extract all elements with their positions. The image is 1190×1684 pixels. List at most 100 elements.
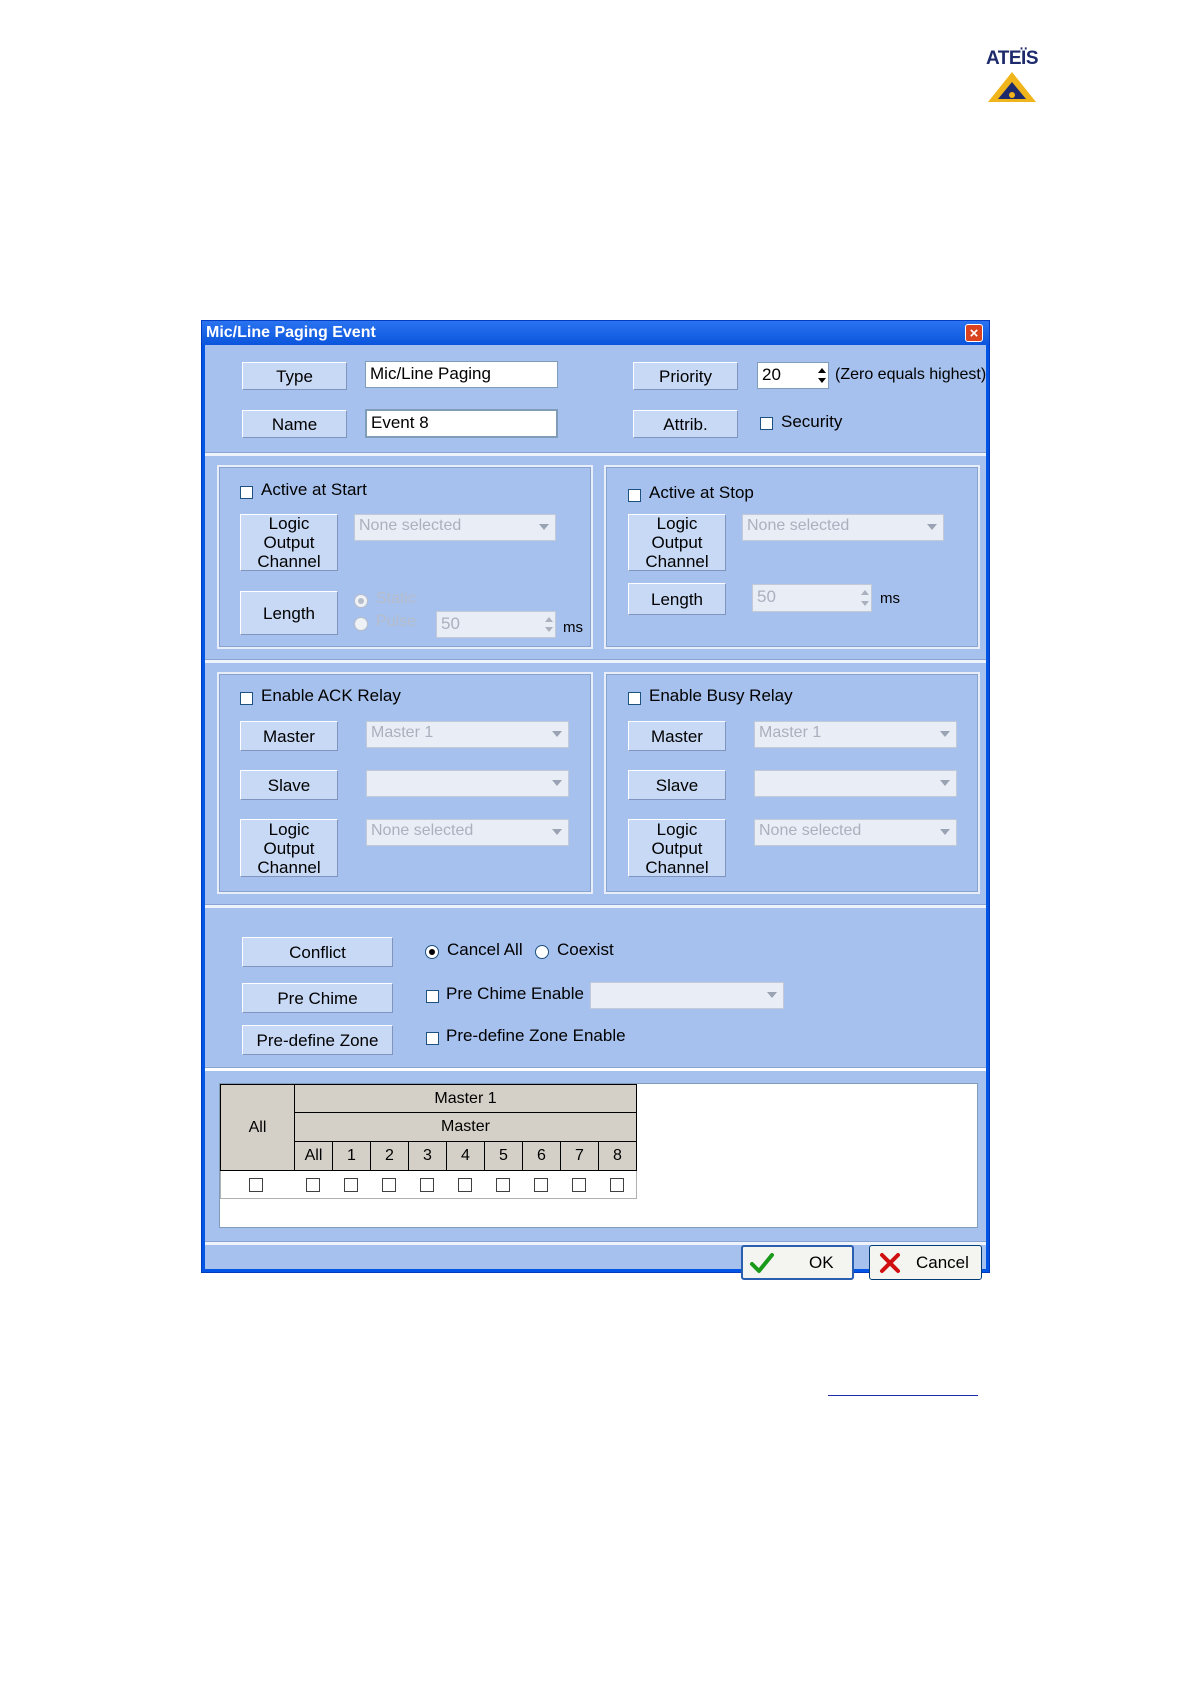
start-logic-output-label: Logic Output Channel [240, 514, 338, 571]
busy-slave-label: Slave [628, 770, 726, 800]
name-field[interactable]: Event 8 [365, 409, 558, 438]
zone-column-header-5[interactable]: 5 [484, 1141, 523, 1171]
ack-relay-checkbox[interactable] [240, 692, 253, 705]
chevron-down-icon [940, 829, 950, 835]
busy-master-select[interactable]: Master 1 [754, 721, 957, 748]
ok-label: OK [809, 1252, 834, 1272]
zone-column-header-all[interactable]: All [294, 1141, 333, 1171]
stop-logic-output-select[interactable]: None selected [742, 514, 944, 541]
spin-up-icon[interactable] [861, 590, 869, 595]
busy-relay-label: Enable Busy Relay [649, 686, 793, 705]
ack-master-select[interactable]: Master 1 [366, 721, 569, 748]
stop-length-value: 50 [757, 587, 776, 606]
close-icon: × [969, 325, 979, 342]
busy-master-label: Master [628, 721, 726, 751]
zone-checkbox-2[interactable] [382, 1178, 396, 1192]
cancel-button[interactable]: Cancel [869, 1245, 982, 1280]
start-length-unit: ms [563, 619, 583, 636]
name-label: Name [242, 410, 347, 438]
ack-logic-output-label: Logic Output Channel [240, 819, 338, 877]
separator [205, 1067, 986, 1071]
stop-length-unit: ms [880, 590, 900, 607]
security-checkbox[interactable] [760, 417, 773, 430]
zone-checkbox-3[interactable] [420, 1178, 434, 1192]
coexist-radio[interactable] [535, 945, 549, 959]
zone-column-header-4[interactable]: 4 [446, 1141, 485, 1171]
zone-checkbox-4[interactable] [458, 1178, 472, 1192]
attrib-label: Attrib. [633, 410, 738, 438]
priority-note: (Zero equals highest) [835, 366, 987, 383]
zone-checkbox-5[interactable] [496, 1178, 510, 1192]
zone-column-header-1[interactable]: 1 [332, 1141, 371, 1171]
close-x-icon [880, 1252, 900, 1273]
spin-down-icon[interactable] [818, 378, 826, 383]
zone-column-header-7[interactable]: 7 [560, 1141, 599, 1171]
cancel-all-radio[interactable] [425, 945, 439, 959]
spin-up-icon[interactable] [545, 617, 553, 622]
chevron-down-icon [539, 524, 549, 530]
zone-master-name-header: Master 1 [294, 1084, 637, 1113]
active-start-label: Active at Start [261, 480, 367, 499]
dialog-title: Mic/Line Paging Event [206, 324, 376, 341]
start-logic-output-select[interactable]: None selected [354, 514, 556, 541]
spin-down-icon[interactable] [861, 601, 869, 606]
chevron-down-icon [940, 780, 950, 786]
ack-logic-output-select[interactable]: None selected [366, 819, 569, 846]
type-field[interactable]: Mic/Line Paging [365, 361, 558, 388]
spin-up-icon[interactable] [818, 368, 826, 373]
pre-chime-select[interactable] [590, 982, 784, 1009]
start-length-label: Length [240, 591, 338, 635]
pulse-radio[interactable] [354, 617, 368, 631]
ack-logic-output-value: None selected [371, 822, 474, 839]
pre-define-zone-enable-label: Pre-define Zone Enable [446, 1026, 626, 1045]
pre-define-zone-enable-checkbox[interactable] [426, 1032, 439, 1045]
zone-column-header-3[interactable]: 3 [408, 1141, 447, 1171]
active-start-checkbox[interactable] [240, 486, 253, 499]
stop-logic-output-value: None selected [747, 517, 850, 534]
zone-checkbox-1[interactable] [344, 1178, 358, 1192]
ok-button[interactable]: OK [741, 1245, 854, 1280]
busy-logic-output-select[interactable]: None selected [754, 819, 957, 846]
zone-all-header[interactable]: All [220, 1084, 295, 1171]
zone-checkbox-8[interactable] [610, 1178, 624, 1192]
static-label: Static [376, 590, 417, 607]
pre-chime-enable-checkbox[interactable] [426, 990, 439, 1003]
separator [205, 904, 986, 908]
ack-relay-group: Enable ACK Relay Master Master 1 Slave L… [217, 672, 593, 894]
pre-chime-enable-label: Pre Chime Enable [446, 984, 584, 1003]
spin-down-icon[interactable] [545, 627, 553, 632]
zone-master-group-header: Master [294, 1112, 637, 1142]
zone-checkbox-6[interactable] [534, 1178, 548, 1192]
active-stop-checkbox[interactable] [628, 489, 641, 502]
zone-column-header-6[interactable]: 6 [522, 1141, 561, 1171]
title-bar[interactable]: Mic/Line Paging Event × [202, 321, 989, 345]
static-radio[interactable] [354, 594, 368, 608]
active-stop-label: Active at Stop [649, 483, 754, 502]
footer-link[interactable] [828, 1395, 978, 1396]
active-start-group: Active at Start Logic Output Channel Non… [217, 465, 593, 649]
busy-relay-checkbox[interactable] [628, 692, 641, 705]
zone-checkbox-all[interactable] [306, 1178, 320, 1192]
stop-length-stepper[interactable]: 50 [752, 584, 872, 612]
pulse-length-value: 50 [441, 614, 460, 633]
busy-logic-output-label: Logic Output Channel [628, 819, 726, 877]
check-icon [750, 1252, 774, 1273]
stop-logic-output-label: Logic Output Channel [628, 514, 726, 571]
busy-slave-select[interactable] [754, 770, 957, 797]
close-button[interactable]: × [965, 324, 983, 342]
zone-all-checkbox[interactable] [249, 1178, 263, 1192]
cancel-label: Cancel [916, 1252, 969, 1272]
zone-column-header-8[interactable]: 8 [598, 1141, 637, 1171]
chevron-down-icon [940, 731, 950, 737]
chevron-down-icon [927, 524, 937, 530]
zone-column-header-2[interactable]: 2 [370, 1141, 409, 1171]
pulse-label: Pulse [376, 613, 417, 630]
coexist-label: Coexist [557, 940, 614, 959]
pulse-length-stepper[interactable]: 50 [436, 611, 556, 638]
busy-master-value: Master 1 [759, 724, 822, 741]
ack-slave-select[interactable] [366, 770, 569, 797]
zone-checkbox-7[interactable] [572, 1178, 586, 1192]
dialog-client-area: Type Mic/Line Paging Name Event 8 Priori… [205, 345, 987, 1280]
logo-triangle-icon [988, 72, 1036, 102]
priority-stepper[interactable]: 20 [757, 362, 829, 389]
